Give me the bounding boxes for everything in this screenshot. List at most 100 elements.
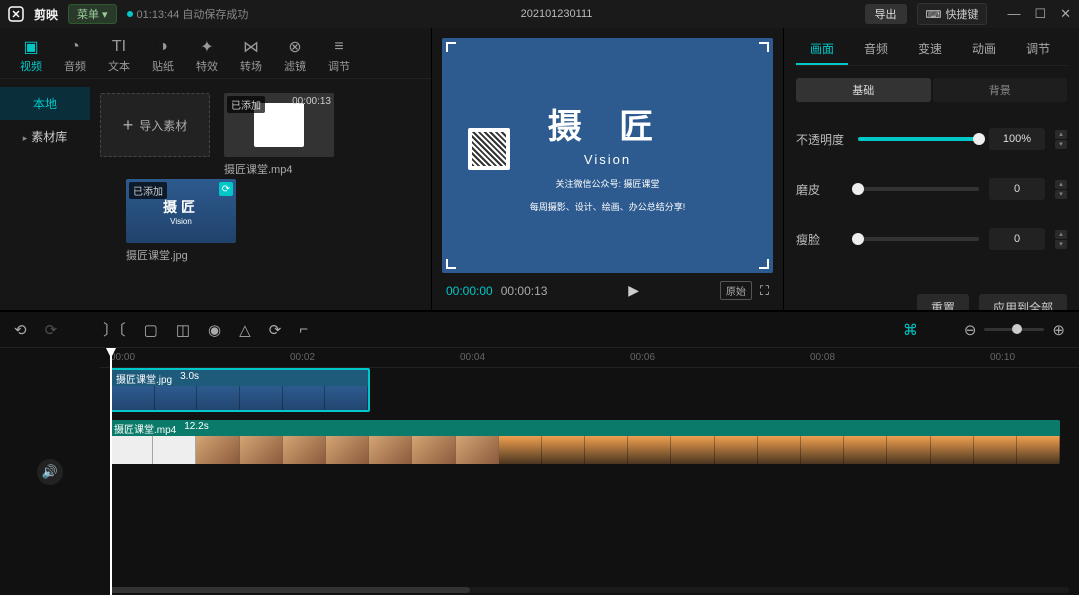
chevron-down-icon: ▾: [102, 8, 108, 21]
preview-canvas[interactable]: 摄 匠 Vision 关注微信公众号: 摄匠课堂 每周摄影、设计、绘画、办公总结…: [442, 38, 773, 273]
zoom-out-button[interactable]: ⊖: [964, 321, 977, 339]
reverse-button[interactable]: △: [239, 321, 251, 339]
fullscreen-button[interactable]: ⛶: [760, 283, 769, 299]
adjust-icon: ≡: [330, 38, 348, 56]
window-controls: — ☐ ✕: [1007, 6, 1071, 22]
smooth-label: 磨皮: [796, 181, 848, 198]
ruler-mark: 00:10: [990, 352, 1015, 363]
play-button[interactable]: ▶: [628, 282, 639, 299]
qr-code-icon: [468, 128, 510, 170]
titlebar: 剪映 菜单▾ 01:13:44 自动保存成功 202101230111 导出 ⌨…: [0, 0, 1079, 28]
tab-sticker[interactable]: ◑贴纸: [144, 34, 182, 78]
tab-effect[interactable]: ✦特效: [188, 34, 226, 78]
zoom-in-button[interactable]: ⊕: [1052, 321, 1065, 339]
timeline-left: 🔊: [0, 348, 100, 595]
status-dot-icon: [127, 11, 133, 17]
zoom-slider[interactable]: [984, 328, 1044, 331]
undo-button[interactable]: ⟲: [14, 321, 27, 339]
subtab-basic[interactable]: 基础: [796, 78, 931, 102]
split-button[interactable]: 〕〔: [103, 319, 126, 340]
ruler-mark: 00:02: [290, 352, 315, 363]
tab-video[interactable]: ▣视频: [12, 34, 50, 78]
media-thumbnail-jpg[interactable]: 已添加 ⟳ 摄匠Vision: [126, 179, 236, 243]
clip-duration: 12.2s: [184, 421, 208, 435]
smooth-stepper[interactable]: ▴▾: [1055, 180, 1067, 199]
timeline-tracks[interactable]: 00:00 00:02 00:04 00:06 00:08 00:10 摄匠课堂…: [100, 348, 1079, 595]
app-logo-icon: [8, 6, 24, 22]
clip-name: 摄匠课堂.jpg: [116, 371, 172, 385]
media-thumbnail-mp4[interactable]: 已添加 00:00:13: [224, 93, 334, 157]
ruler-mark: 00:00: [110, 352, 135, 363]
tab-picture[interactable]: 画面: [796, 34, 848, 65]
ratio-button[interactable]: 原始: [720, 281, 752, 300]
slim-stepper[interactable]: ▴▾: [1055, 230, 1067, 249]
clip-name: 摄匠课堂.mp4: [114, 421, 176, 435]
preview-panel: 摄 匠 Vision 关注微信公众号: 摄匠课堂 每周摄影、设计、绘画、办公总结…: [432, 28, 784, 310]
transition-icon: ⋈: [242, 38, 260, 56]
redo-button[interactable]: ⟳: [45, 321, 58, 339]
delete-button[interactable]: ▢: [144, 321, 158, 339]
slim-slider[interactable]: [858, 237, 979, 241]
preview-brand-text: 摄 匠: [548, 99, 667, 148]
timeline-toolbar: ⟲ ⟳ 〕〔 ▢ ◫ ◉ △ ⟳ ⌐ ⌘ ⊖ ⊕: [0, 312, 1079, 348]
magnet-button[interactable]: ⌘: [903, 321, 918, 339]
playhead[interactable]: [110, 348, 112, 595]
inspector-sub-tabs: 基础 背景: [796, 78, 1067, 102]
smooth-slider[interactable]: [858, 187, 979, 191]
mirror-button[interactable]: ⟳: [269, 321, 282, 339]
media-type-icon: ⟳: [219, 182, 233, 196]
opacity-slider[interactable]: [858, 137, 979, 141]
rotate-button[interactable]: ⌐: [299, 321, 308, 338]
shortcuts-button[interactable]: ⌨快捷键: [917, 3, 988, 25]
export-button[interactable]: 导出: [865, 4, 907, 24]
minimize-button[interactable]: —: [1007, 6, 1020, 22]
tab-transition[interactable]: ⋈转场: [232, 34, 270, 78]
effect-icon: ✦: [198, 38, 216, 56]
opacity-value[interactable]: 100%: [989, 128, 1045, 150]
clip-main[interactable]: 摄匠课堂.mp4 12.2s: [110, 420, 1060, 464]
tool-tabs: ▣视频 ◔音频 TI文本 ◑贴纸 ✦特效 ⋈转场 ⊗滤镜 ≡调节: [0, 28, 431, 79]
timeline-ruler[interactable]: 00:00 00:02 00:04 00:06 00:08 00:10: [100, 348, 1079, 368]
import-media-button[interactable]: +导入素材: [100, 93, 210, 157]
tab-filter[interactable]: ⊗滤镜: [276, 34, 314, 78]
clip-overlay[interactable]: 摄匠课堂.jpg3.0s: [110, 368, 370, 412]
inspector-panel: 画面 音频 变速 动画 调节 基础 背景 不透明度 100% ▴▾ 磨皮 0 ▴…: [784, 28, 1079, 310]
tab-animation[interactable]: 动画: [958, 34, 1010, 65]
duration-label: 00:00:13: [292, 96, 331, 107]
opacity-stepper[interactable]: ▴▾: [1055, 130, 1067, 149]
menu-button[interactable]: 菜单▾: [68, 4, 117, 24]
audio-icon: ◔: [66, 38, 84, 56]
export-frame-button[interactable]: ◉: [208, 321, 221, 339]
sidebar-item-library[interactable]: ▸素材库: [0, 120, 90, 153]
slim-label: 瘦脸: [796, 231, 848, 248]
tab-adjust-insp[interactable]: 调节: [1012, 34, 1064, 65]
plus-icon: +: [123, 115, 134, 136]
current-time: 00:00:00: [446, 284, 493, 298]
video-icon: ▣: [22, 38, 40, 56]
filter-icon: ⊗: [286, 38, 304, 56]
chevron-right-icon: ▸: [23, 133, 28, 143]
crop-button[interactable]: ◫: [176, 321, 190, 339]
maximize-button[interactable]: ☐: [1034, 6, 1046, 22]
tab-audio-insp[interactable]: 音频: [850, 34, 902, 65]
media-grid: +导入素材 已添加 00:00:13 摄匠课堂.mp4 已添加 ⟳ 摄匠Visi…: [90, 79, 431, 310]
mute-button[interactable]: 🔊: [37, 459, 63, 485]
subtab-background[interactable]: 背景: [933, 78, 1068, 102]
autosave-status: 01:13:44 自动保存成功: [127, 6, 249, 22]
smooth-value[interactable]: 0: [989, 178, 1045, 200]
tab-audio[interactable]: ◔音频: [56, 34, 94, 78]
preview-sub1: 关注微信公众号: 摄匠课堂: [555, 177, 659, 190]
tab-speed[interactable]: 变速: [904, 34, 956, 65]
media-panel: ▣视频 ◔音频 TI文本 ◑贴纸 ✦特效 ⋈转场 ⊗滤镜 ≡调节 本地 ▸素材库…: [0, 28, 432, 310]
tab-text[interactable]: TI文本: [100, 34, 138, 78]
preview-sub2: 每周摄影、设计、绘画、办公总结分享!: [530, 200, 686, 213]
tab-adjust[interactable]: ≡调节: [320, 34, 358, 78]
text-icon: TI: [110, 38, 128, 56]
sidebar-item-local[interactable]: 本地: [0, 87, 90, 120]
close-button[interactable]: ✕: [1060, 6, 1071, 22]
app-name: 剪映: [34, 6, 58, 23]
slim-value[interactable]: 0: [989, 228, 1045, 250]
opacity-label: 不透明度: [796, 131, 848, 148]
timeline-scrollbar[interactable]: [110, 587, 1069, 593]
added-badge: 已添加: [227, 96, 265, 113]
